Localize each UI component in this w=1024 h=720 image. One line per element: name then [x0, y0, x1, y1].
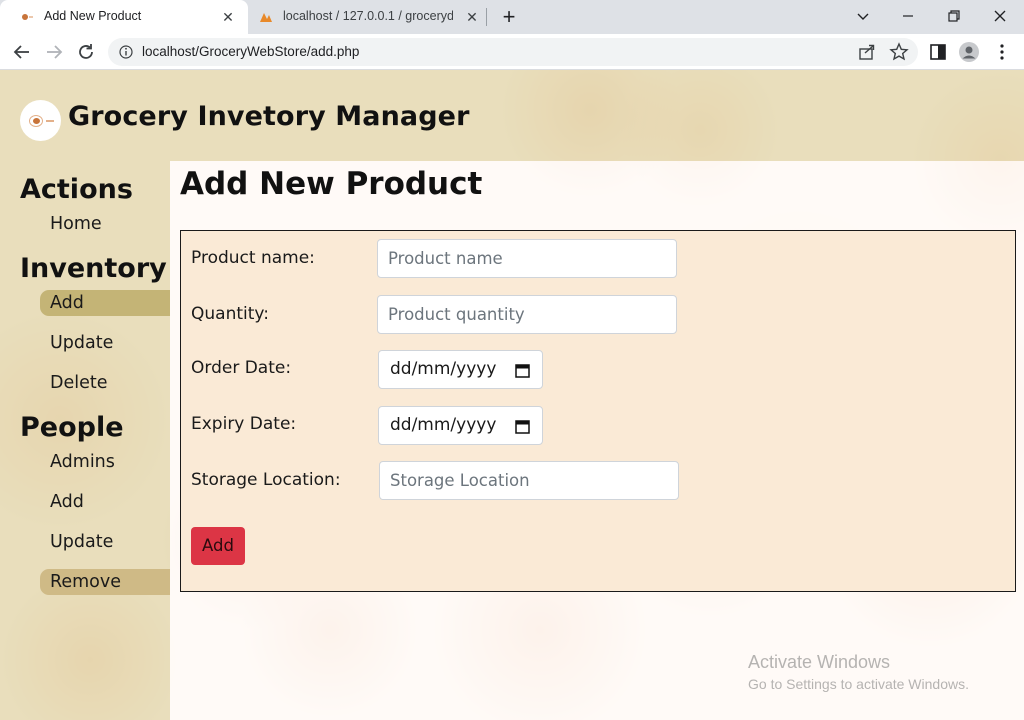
site-info-icon[interactable] — [119, 45, 133, 59]
windows-activation-title: Activate Windows — [748, 652, 891, 672]
add-product-button[interactable]: Add — [191, 527, 245, 565]
sidebar-heading-inventory: Inventory — [20, 253, 167, 284]
expiry-date-value: dd/mm/yyyy — [390, 415, 497, 435]
page-title: Add New Product — [180, 166, 483, 202]
sidebar-item-inventory-update[interactable]: Update — [40, 330, 170, 356]
restore-window-icon[interactable] — [944, 6, 964, 26]
tab-add-new-product[interactable]: Add New Product ✕ — [0, 0, 248, 34]
calendar-icon[interactable] — [515, 363, 530, 378]
browser-tab-strip: Add New Product ✕ localhost / 127.0.0.1 … — [0, 0, 1024, 34]
order-date-value: dd/mm/yyyy — [390, 359, 497, 379]
tab-title: Add New Product — [44, 9, 142, 23]
sidebar-item-inventory-add[interactable]: Add — [40, 290, 170, 316]
bookmark-star-icon[interactable] — [888, 41, 910, 63]
calendar-icon[interactable] — [515, 419, 530, 434]
phpmyadmin-favicon-icon — [260, 13, 272, 22]
sidebar-heading-people: People — [20, 412, 124, 443]
expiry-date-input[interactable]: dd/mm/yyyy — [378, 406, 543, 445]
product-name-input[interactable]: Product name — [377, 239, 677, 278]
storage-location-label: Storage Location: — [191, 470, 341, 490]
page-viewport: Grocery Invetory Manager Actions Home In… — [0, 70, 1024, 720]
order-date-label: Order Date: — [191, 358, 292, 378]
app-title: Grocery Invetory Manager — [68, 101, 470, 132]
tab-title: localhost / 127.0.0.1 / grocerydb — [283, 9, 453, 23]
profile-avatar-icon[interactable] — [958, 41, 980, 63]
reload-icon[interactable] — [75, 41, 97, 63]
add-product-form: Product name: Product name Quantity: Pro… — [180, 230, 1016, 592]
sidebar-item-people-add[interactable]: Add — [40, 489, 170, 515]
sidebar-item-home[interactable]: Home — [40, 211, 170, 237]
product-name-label: Product name: — [191, 248, 315, 268]
tab-separator — [486, 8, 487, 26]
sidebar-item-inventory-delete[interactable]: Delete — [40, 370, 170, 396]
quantity-input[interactable]: Product quantity — [377, 295, 677, 334]
order-date-input[interactable]: dd/mm/yyyy — [378, 350, 543, 389]
new-tab-plus-icon[interactable]: + — [499, 6, 519, 28]
tab-close-icon[interactable]: ✕ — [220, 9, 236, 25]
sidebar-heading-actions: Actions — [20, 174, 133, 205]
share-icon[interactable] — [856, 41, 878, 63]
forward-arrow-icon[interactable] — [43, 41, 65, 63]
tab-search-chevron-icon[interactable] — [853, 6, 873, 26]
quantity-label: Quantity: — [191, 304, 269, 324]
sidebar-item-people-remove[interactable]: Remove — [40, 569, 170, 595]
address-bar[interactable]: localhost/GroceryWebStore/add.php — [108, 38, 918, 66]
site-favicon-icon — [22, 14, 33, 20]
browser-toolbar: localhost/GroceryWebStore/add.php — [0, 34, 1024, 70]
storage-location-input[interactable]: Storage Location — [379, 461, 679, 500]
app-logo — [20, 100, 61, 141]
logo-tail-icon — [46, 120, 54, 122]
close-window-icon[interactable] — [990, 6, 1010, 26]
sidebar-item-people-update[interactable]: Update — [40, 529, 170, 555]
logo-dot-icon — [33, 118, 40, 124]
expiry-date-label: Expiry Date: — [191, 414, 297, 434]
minimize-icon[interactable] — [898, 6, 918, 26]
tab-phpmyadmin[interactable]: localhost / 127.0.0.1 / grocerydb ✕ — [250, 0, 486, 34]
kebab-menu-icon[interactable] — [991, 41, 1013, 63]
tab-close-icon[interactable]: ✕ — [464, 9, 480, 25]
address-url: localhost/GroceryWebStore/add.php — [142, 44, 360, 59]
windows-activation-subtitle: Go to Settings to activate Windows. — [748, 676, 969, 692]
side-panel-icon[interactable] — [927, 41, 949, 63]
back-arrow-icon[interactable] — [11, 41, 33, 63]
sidebar-item-people-admins[interactable]: Admins — [40, 449, 170, 475]
